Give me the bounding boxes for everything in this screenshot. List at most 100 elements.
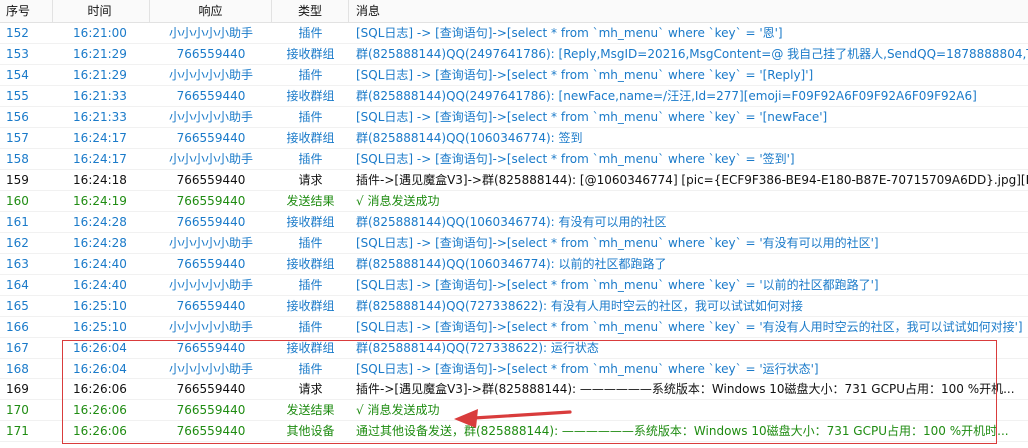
row-index: 165 xyxy=(6,298,29,313)
table-row[interactable]: 167 16:26:04 766559440 接收群组 群(825888144)QQ(7… xyxy=(0,338,1028,359)
row-type: 发送结果 xyxy=(286,193,335,208)
row-time: 16:24:17 xyxy=(73,151,127,166)
table-row[interactable]: 159 16:24:18 766559440 请求 插件->[遇见魔盒V3]->群(82… xyxy=(0,170,1028,191)
row-type: 请求 xyxy=(298,382,323,397)
table-row[interactable]: 162 16:24:28 小小小小小助手 插件 [SQL日志] -> [查询语句]->[… xyxy=(0,233,1028,254)
row-message: [SQL日志] -> [查询语句]->[select * from `mh_me… xyxy=(356,319,1023,334)
row-message: [SQL日志] -> [查询语句]->[select * from `mh_me… xyxy=(356,67,814,82)
row-response: 小小小小小助手 xyxy=(168,67,253,82)
table-row[interactable]: 169 16:26:06 766559440 请求 插件->[遇见魔盒V3]->群(82… xyxy=(0,379,1028,401)
row-message: √ 消息发送成功 xyxy=(356,193,440,208)
row-time: 16:21:00 xyxy=(73,26,127,40)
row-time: 16:25:10 xyxy=(73,298,127,313)
row-index: 160 xyxy=(6,193,29,208)
table-row[interactable]: 160 16:24:19 766559440 发送结果 √ 消息发送成功 xyxy=(0,191,1028,212)
row-time: 16:24:28 xyxy=(73,214,127,229)
row-response: 766559440 xyxy=(176,256,246,271)
row-message: 群(825888144)QQ(2497641786): [newFace,nam… xyxy=(356,88,977,103)
row-message: 群(825888144)QQ(727338622): 有没有人用时空云的社区，我… xyxy=(356,298,803,313)
row-message: 插件->[遇见魔盒V3]->群(825888144): [@1060346774… xyxy=(356,172,1028,187)
table-row[interactable]: 153 16:21:29 766559440 接收群组 群(825888144)QQ(2… xyxy=(0,44,1028,65)
table-row[interactable]: 152 16:21:00 小小小小小助手 插件 [SQL日志] -> [查询语句]->[… xyxy=(0,23,1028,44)
row-time: 16:21:33 xyxy=(73,88,127,103)
table-row[interactable]: 156 16:21:33 小小小小小助手 插件 [SQL日志] -> [查询语句]->[… xyxy=(0,107,1028,128)
table-header: 序号 时间 响应 类型 消息 xyxy=(0,0,1028,23)
row-type: 接收群组 xyxy=(286,130,335,145)
table-row[interactable]: 155 16:21:33 766559440 接收群组 群(825888144)QQ(2… xyxy=(0,86,1028,107)
table-row[interactable]: 164 16:24:40 小小小小小助手 插件 [SQL日志] -> [查询语句]->[… xyxy=(0,275,1028,296)
row-response: 小小小小小助手 xyxy=(168,26,253,40)
row-response: 小小小小小助手 xyxy=(168,277,253,292)
row-message: 群(825888144)QQ(727338622): 运行状态 xyxy=(356,340,599,355)
table-body: 152 16:21:00 小小小小小助手 插件 [SQL日志] -> [查询语句]->[… xyxy=(0,23,1028,443)
row-index: 153 xyxy=(6,46,29,61)
row-index: 159 xyxy=(6,172,29,187)
row-response: 766559440 xyxy=(176,46,246,61)
row-type: 其他设备 xyxy=(286,424,335,439)
row-time: 16:24:17 xyxy=(73,130,127,145)
column-header-time[interactable]: 时间 xyxy=(53,0,150,22)
row-type: 插件 xyxy=(298,109,323,124)
row-time: 16:26:06 xyxy=(73,382,127,397)
row-time: 16:21:29 xyxy=(73,67,127,82)
row-response: 小小小小小助手 xyxy=(168,151,253,166)
row-type: 接收群组 xyxy=(286,298,335,313)
row-index: 169 xyxy=(6,382,29,397)
row-type: 接收群组 xyxy=(286,46,335,61)
table-row[interactable]: 165 16:25:10 766559440 接收群组 群(825888144)QQ(7… xyxy=(0,296,1028,317)
table-row[interactable]: 168 16:26:04 小小小小小助手 插件 [SQL日志] -> [查询语句]->[… xyxy=(0,359,1028,380)
row-index: 155 xyxy=(6,88,29,103)
row-message: 通过其他设备发送，群(825888144): ——————系统版本：Window… xyxy=(356,424,1009,439)
row-message: [SQL日志] -> [查询语句]->[select * from `mh_me… xyxy=(356,26,783,40)
table-row[interactable]: 166 16:25:10 小小小小小助手 插件 [SQL日志] -> [查询语句]->[… xyxy=(0,317,1028,338)
row-response: 766559440 xyxy=(176,193,246,208)
row-time: 16:24:19 xyxy=(73,193,127,208)
row-response: 小小小小小助手 xyxy=(168,361,253,376)
table-row[interactable]: 154 16:21:29 小小小小小助手 插件 [SQL日志] -> [查询语句]->[… xyxy=(0,65,1028,86)
row-index: 166 xyxy=(6,319,29,334)
row-time: 16:21:33 xyxy=(73,109,127,124)
row-type: 接收群组 xyxy=(286,340,335,355)
column-header-response[interactable]: 响应 xyxy=(150,0,272,22)
row-time: 16:21:29 xyxy=(73,46,127,61)
row-time: 16:25:10 xyxy=(73,319,127,334)
column-header-message[interactable]: 消息 xyxy=(349,0,1028,22)
row-message: [SQL日志] -> [查询语句]->[select * from `mh_me… xyxy=(356,151,795,166)
table-row[interactable]: 161 16:24:28 766559440 接收群组 群(825888144)QQ(1… xyxy=(0,212,1028,233)
table-row[interactable]: 157 16:24:17 766559440 接收群组 群(825888144)QQ(1… xyxy=(0,128,1028,149)
row-index: 168 xyxy=(6,361,29,376)
row-type: 接收群组 xyxy=(286,88,335,103)
table-row[interactable]: 170 16:26:06 766559440 发送结果 √ 消息发送成功 xyxy=(0,400,1028,422)
row-response: 小小小小小助手 xyxy=(168,235,253,250)
row-type: 发送结果 xyxy=(286,403,335,418)
row-message: 群(825888144)QQ(1060346774): 有没有可以用的社区 xyxy=(356,214,667,229)
column-header-type[interactable]: 类型 xyxy=(272,0,349,22)
row-type: 插件 xyxy=(298,277,323,292)
row-message: 群(825888144)QQ(1060346774): 签到 xyxy=(356,130,583,145)
table-row[interactable]: 158 16:24:17 小小小小小助手 插件 [SQL日志] -> [查询语句]->[… xyxy=(0,149,1028,170)
row-index: 171 xyxy=(6,424,29,439)
row-response: 766559440 xyxy=(176,172,246,187)
row-type: 接收群组 xyxy=(286,214,335,229)
row-index: 161 xyxy=(6,214,29,229)
row-message: 群(825888144)QQ(2497641786): [Reply,MsgID… xyxy=(356,46,1028,61)
table-row[interactable]: 163 16:24:40 766559440 接收群组 群(825888144)QQ(1… xyxy=(0,254,1028,275)
row-type: 接收群组 xyxy=(286,256,335,271)
row-index: 152 xyxy=(6,26,29,40)
row-time: 16:26:06 xyxy=(73,403,127,418)
row-type: 请求 xyxy=(298,172,323,187)
row-response: 766559440 xyxy=(176,340,246,355)
row-response: 766559440 xyxy=(176,88,246,103)
log-table: 序号 时间 响应 类型 消息 152 16:21:00 小小小小小助手 插件 [SQL日… xyxy=(0,0,1028,443)
row-index: 162 xyxy=(6,235,29,250)
row-response: 小小小小小助手 xyxy=(168,109,253,124)
column-header-index[interactable]: 序号 xyxy=(0,0,53,22)
row-index: 154 xyxy=(6,67,29,82)
row-time: 16:26:04 xyxy=(73,361,127,376)
row-index: 156 xyxy=(6,109,29,124)
row-response: 小小小小小助手 xyxy=(168,319,253,334)
table-row[interactable]: 171 16:26:06 766559440 其他设备 通过其他设备发送，群(82588… xyxy=(0,421,1028,443)
row-message: √ 消息发送成功 xyxy=(356,403,440,418)
row-response: 766559440 xyxy=(176,382,246,397)
row-response: 766559440 xyxy=(176,214,246,229)
